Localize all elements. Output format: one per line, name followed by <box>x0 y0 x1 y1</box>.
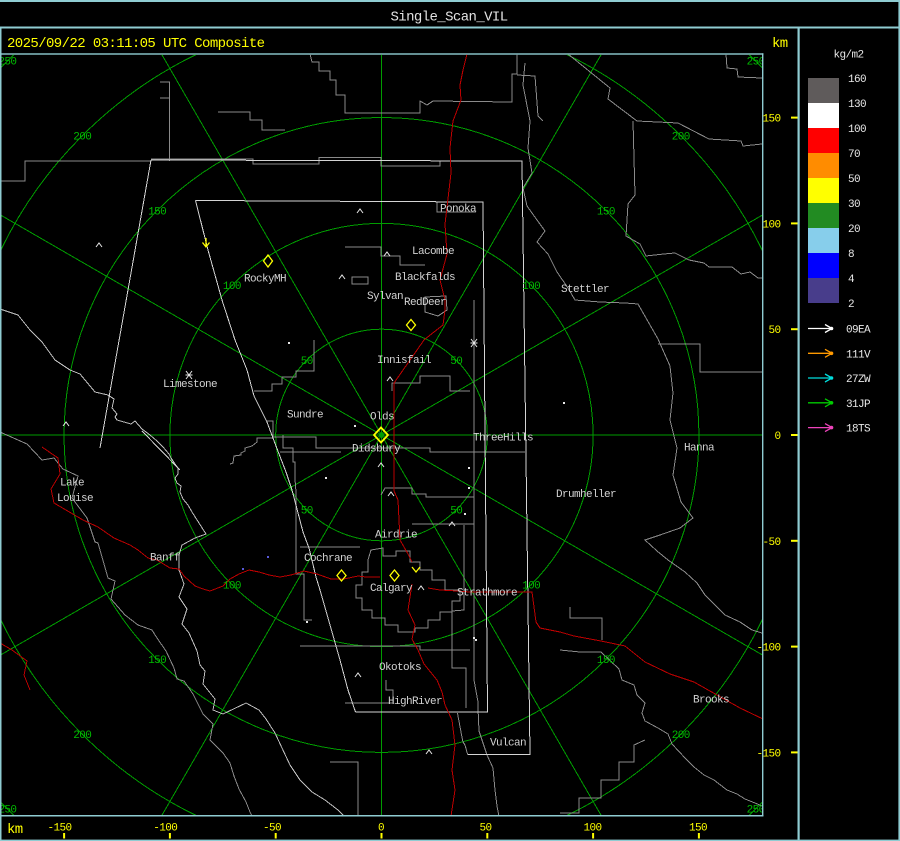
svg-text:2025/09/22 03:11:05 UTC Compos: 2025/09/22 03:11:05 UTC Composite <box>7 36 265 52</box>
svg-text:Drumheller: Drumheller <box>556 489 616 501</box>
svg-text:130: 130 <box>848 99 866 111</box>
svg-text:RockyMH: RockyMH <box>244 274 286 286</box>
svg-text:-150: -150 <box>47 822 71 834</box>
svg-text:Ponoka: Ponoka <box>440 204 477 216</box>
svg-text:150: 150 <box>689 822 707 834</box>
svg-text:km: km <box>772 36 788 52</box>
svg-text:Vulcan: Vulcan <box>490 738 526 750</box>
svg-text:2: 2 <box>848 299 854 311</box>
svg-text:250: 250 <box>747 805 765 817</box>
svg-text:150: 150 <box>762 114 780 126</box>
svg-text:km: km <box>7 822 23 838</box>
svg-text:50: 50 <box>848 174 860 186</box>
svg-text:100: 100 <box>522 581 540 593</box>
svg-text:-50: -50 <box>263 822 281 834</box>
svg-text:200: 200 <box>73 730 91 742</box>
svg-text:200: 200 <box>672 730 690 742</box>
svg-text:RedDeer: RedDeer <box>404 297 446 309</box>
svg-text:Airdrie: Airdrie <box>375 530 417 542</box>
svg-text:0: 0 <box>378 822 384 834</box>
svg-text:ThreeHills: ThreeHills <box>473 433 533 445</box>
svg-text:50: 50 <box>301 506 313 518</box>
svg-text:27ZW: 27ZW <box>846 374 871 386</box>
svg-text:100: 100 <box>762 219 780 231</box>
svg-text:Lake: Lake <box>60 478 84 490</box>
svg-text:50: 50 <box>768 325 780 337</box>
svg-text:50: 50 <box>479 822 491 834</box>
svg-text:150: 150 <box>597 207 615 219</box>
svg-text:4: 4 <box>848 274 855 286</box>
svg-text:50: 50 <box>450 506 462 518</box>
svg-text:-100: -100 <box>153 822 177 834</box>
svg-text:200: 200 <box>73 132 91 144</box>
svg-text:250: 250 <box>0 805 16 817</box>
svg-text:Didsbury: Didsbury <box>352 444 401 456</box>
svg-text:150: 150 <box>597 655 615 667</box>
svg-text:Louise: Louise <box>57 493 93 505</box>
svg-text:Strathmore: Strathmore <box>457 588 517 600</box>
svg-text:100: 100 <box>583 822 601 834</box>
svg-text:-50: -50 <box>762 537 780 549</box>
svg-text:160: 160 <box>848 74 866 86</box>
svg-text:-150: -150 <box>756 748 780 760</box>
svg-text:Olds: Olds <box>370 412 394 424</box>
svg-text:Single_Scan_VIL: Single_Scan_VIL <box>391 10 508 26</box>
svg-text:Okotoks: Okotoks <box>379 662 421 674</box>
svg-text:70: 70 <box>848 149 860 161</box>
svg-text:50: 50 <box>301 356 313 368</box>
svg-text:09EA: 09EA <box>846 325 871 337</box>
svg-text:50: 50 <box>450 356 462 368</box>
svg-text:Sundre: Sundre <box>287 410 323 422</box>
svg-text:-100: -100 <box>756 643 780 655</box>
svg-text:150: 150 <box>148 655 166 667</box>
svg-text:250: 250 <box>747 57 765 69</box>
svg-text:20: 20 <box>848 224 860 236</box>
svg-text:Innisfail: Innisfail <box>377 355 431 367</box>
svg-text:8: 8 <box>848 249 854 261</box>
svg-text:111V: 111V <box>846 349 871 361</box>
svg-text:100: 100 <box>223 281 241 293</box>
svg-text:Cochrane: Cochrane <box>304 553 352 565</box>
svg-text:31JP: 31JP <box>846 399 871 411</box>
svg-text:Hanna: Hanna <box>684 443 715 455</box>
svg-text:Banff: Banff <box>150 553 180 565</box>
svg-text:100: 100 <box>223 581 241 593</box>
svg-text:18TS: 18TS <box>846 424 871 436</box>
svg-text:Blackfalds: Blackfalds <box>395 272 455 284</box>
svg-text:30: 30 <box>848 199 860 211</box>
svg-text:150: 150 <box>148 207 166 219</box>
svg-text:100: 100 <box>848 124 866 136</box>
svg-text:Brooks: Brooks <box>693 695 729 707</box>
svg-text:250: 250 <box>0 57 16 69</box>
svg-text:Stettler: Stettler <box>561 284 609 296</box>
svg-text:Calgary: Calgary <box>370 583 413 595</box>
svg-text:Limestone: Limestone <box>163 379 217 391</box>
svg-text:200: 200 <box>672 132 690 144</box>
svg-text:Lacombe: Lacombe <box>412 246 454 258</box>
svg-text:HighRiver: HighRiver <box>388 696 442 708</box>
svg-text:Sylvan: Sylvan <box>367 291 403 303</box>
svg-text:kg/m2: kg/m2 <box>834 50 864 62</box>
svg-text:100: 100 <box>522 281 540 293</box>
svg-text:0: 0 <box>774 431 780 443</box>
